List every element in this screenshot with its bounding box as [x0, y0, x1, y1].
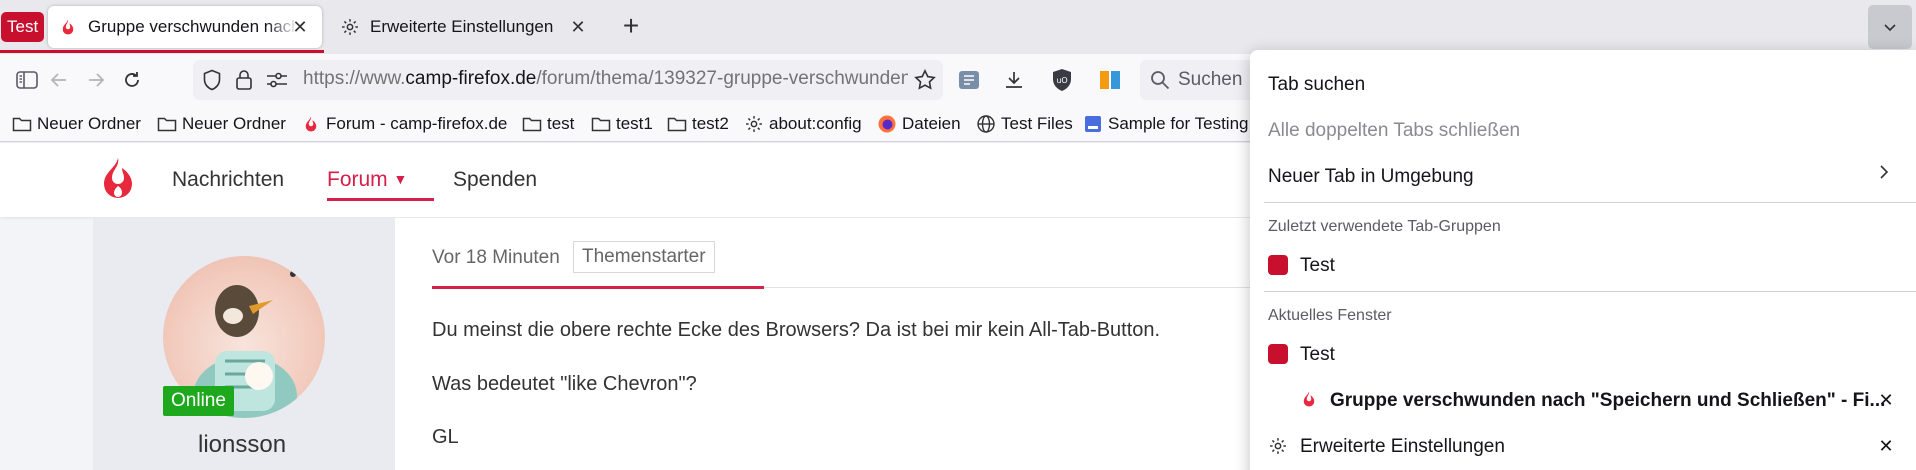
bookmark-label: Neuer Ordner [37, 114, 141, 133]
gear-icon [744, 114, 764, 134]
bookmark-item[interactable]: test2 [667, 113, 729, 135]
online-status-badge: Online [163, 386, 234, 416]
svg-text:uO: uO [1056, 76, 1067, 85]
bookmark-label: Test Files [1001, 114, 1073, 133]
username[interactable]: lionsson [198, 431, 286, 459]
search-bar[interactable]: Suchen [1140, 60, 1260, 100]
post-text-line: Du meinst die obere rechte Ecke des Brow… [432, 319, 1161, 341]
menu-header-recent-groups: Zuletzt verwendete Tab-Gruppen [1268, 218, 1501, 235]
folder-icon [522, 114, 542, 134]
post-text-line: Was bedeutet "like Chevron"? [432, 373, 697, 395]
bookmark-label: test [547, 114, 575, 133]
folder-icon [591, 114, 611, 134]
topic-starter-badge: Themenstarter [573, 241, 715, 273]
tab-group-underline [0, 50, 324, 53]
tab-strip: Test Gruppe verschwunden nach "Speichern… [0, 0, 1916, 54]
ublock-icon[interactable]: uO [1048, 66, 1076, 94]
all-tabs-button[interactable] [1868, 5, 1912, 49]
nav-link-forum[interactable]: Forum ▼ [327, 168, 407, 192]
menu-item-recent-group[interactable]: Test [1300, 255, 1335, 277]
bookmark-item[interactable]: about:config [744, 113, 862, 135]
tab-active[interactable]: Gruppe verschwunden nach "Speichern und … [48, 6, 322, 48]
caret-down-icon: ▼ [393, 171, 408, 187]
menu-separator [1264, 291, 1916, 292]
folder-icon [12, 114, 32, 134]
bookmark-item[interactable]: test1 [591, 113, 653, 135]
menu-item-close-duplicates[interactable]: Alle doppelten Tabs schließen [1268, 120, 1520, 142]
menu-tab-entry[interactable]: Gruppe verschwunden nach "Speichern und … [1330, 390, 1885, 412]
plus-icon[interactable]: + [616, 12, 646, 42]
doc-icon [1083, 114, 1103, 134]
folder-icon [157, 114, 177, 134]
nav-link-spenden[interactable]: Spenden [453, 168, 537, 192]
bookmark-label: Dateien [902, 114, 961, 133]
flame-logo-icon[interactable] [96, 156, 140, 204]
menu-tab-entry[interactable]: Erweiterte Einstellungen [1300, 436, 1505, 458]
folder-icon [667, 114, 687, 134]
close-icon[interactable]: ✕ [568, 17, 588, 37]
post-timestamp[interactable]: Vor 18 Minuten [432, 247, 560, 269]
bookmark-item[interactable]: Neuer Ordner [157, 113, 286, 135]
reload-icon[interactable] [118, 66, 146, 94]
firefox-icon [877, 114, 897, 134]
tab-title: Gruppe verschwunden nach "Speichern und … [88, 17, 298, 36]
active-nav-underline [327, 198, 434, 201]
download-icon[interactable] [1000, 66, 1028, 94]
bookmark-label: Neuer Ordner [182, 114, 286, 133]
menu-separator [1264, 202, 1916, 203]
flame-favicon-icon [1300, 390, 1320, 410]
tab-title: Erweiterte Einstellungen [370, 17, 554, 36]
forward-arrow-icon[interactable] [82, 66, 110, 94]
bookmark-label: Forum - camp-firefox.de [326, 114, 508, 133]
star-icon[interactable] [911, 66, 939, 94]
search-icon [1146, 66, 1174, 94]
flame-favicon-icon [301, 114, 321, 134]
post-accent-line [432, 286, 764, 289]
menu-item-search-tabs[interactable]: Tab suchen [1268, 74, 1365, 96]
menu-header-current-window: Aktuelles Fenster [1268, 307, 1392, 324]
sidebar-icon[interactable] [13, 66, 41, 94]
nav-link-nachrichten[interactable]: Nachrichten [172, 168, 284, 192]
tab-group-label[interactable]: Test [1, 12, 45, 42]
lock-icon[interactable] [230, 66, 258, 94]
close-icon[interactable]: ✕ [1876, 436, 1896, 456]
gear-icon [340, 17, 360, 37]
bookmark-label: test1 [616, 114, 653, 133]
globe-icon [976, 114, 996, 134]
search-input[interactable]: Suchen [1178, 69, 1242, 91]
group-color-swatch [1268, 344, 1288, 364]
bookmark-label: about:config [769, 114, 862, 133]
all-tabs-menu: Tab suchen Alle doppelten Tabs schließen… [1250, 50, 1916, 470]
extension-icon[interactable] [955, 66, 983, 94]
extension-icon[interactable] [1096, 66, 1124, 94]
nav-link-label: Forum [327, 168, 388, 191]
url-path: /forum/thema/139327-gruppe-verschwunden-… [536, 68, 908, 89]
permissions-icon[interactable] [263, 66, 291, 94]
chevron-down-icon [1884, 24, 1896, 32]
gear-icon [1268, 436, 1288, 456]
bookmark-label: test2 [692, 114, 729, 133]
chevron-right-icon [1880, 165, 1889, 179]
bookmark-item[interactable]: Sample for Testing [1083, 113, 1248, 135]
url-bar[interactable]: https://www.camp-firefox.de/forum/thema/… [193, 60, 943, 100]
bookmark-item[interactable]: test [522, 113, 574, 135]
url-prefix: https://www. [303, 68, 406, 89]
url-text[interactable]: https://www.camp-firefox.de/forum/thema/… [303, 68, 908, 90]
post-text-line: GL [432, 426, 459, 448]
close-icon[interactable]: ✕ [1876, 390, 1896, 410]
tab-inactive[interactable]: Erweiterte Einstellungen ✕ [330, 6, 600, 48]
bookmark-item[interactable]: Dateien [877, 113, 961, 135]
bookmark-item[interactable]: Forum - camp-firefox.de [301, 113, 507, 135]
bookmark-item[interactable]: Neuer Ordner [12, 113, 141, 135]
bookmark-label: Sample for Testing [1108, 114, 1249, 133]
menu-item-new-tab-nearby[interactable]: Neuer Tab in Umgebung [1268, 166, 1474, 188]
bookmark-item[interactable]: Test Files [976, 113, 1073, 135]
group-color-swatch [1268, 255, 1288, 275]
flame-favicon-icon [58, 17, 78, 37]
close-icon[interactable]: ✕ [290, 17, 310, 37]
menu-item-current-group[interactable]: Test [1300, 344, 1335, 366]
url-domain: camp-firefox.de [405, 68, 537, 89]
shield-icon[interactable] [198, 66, 226, 94]
back-arrow-icon[interactable] [45, 66, 73, 94]
